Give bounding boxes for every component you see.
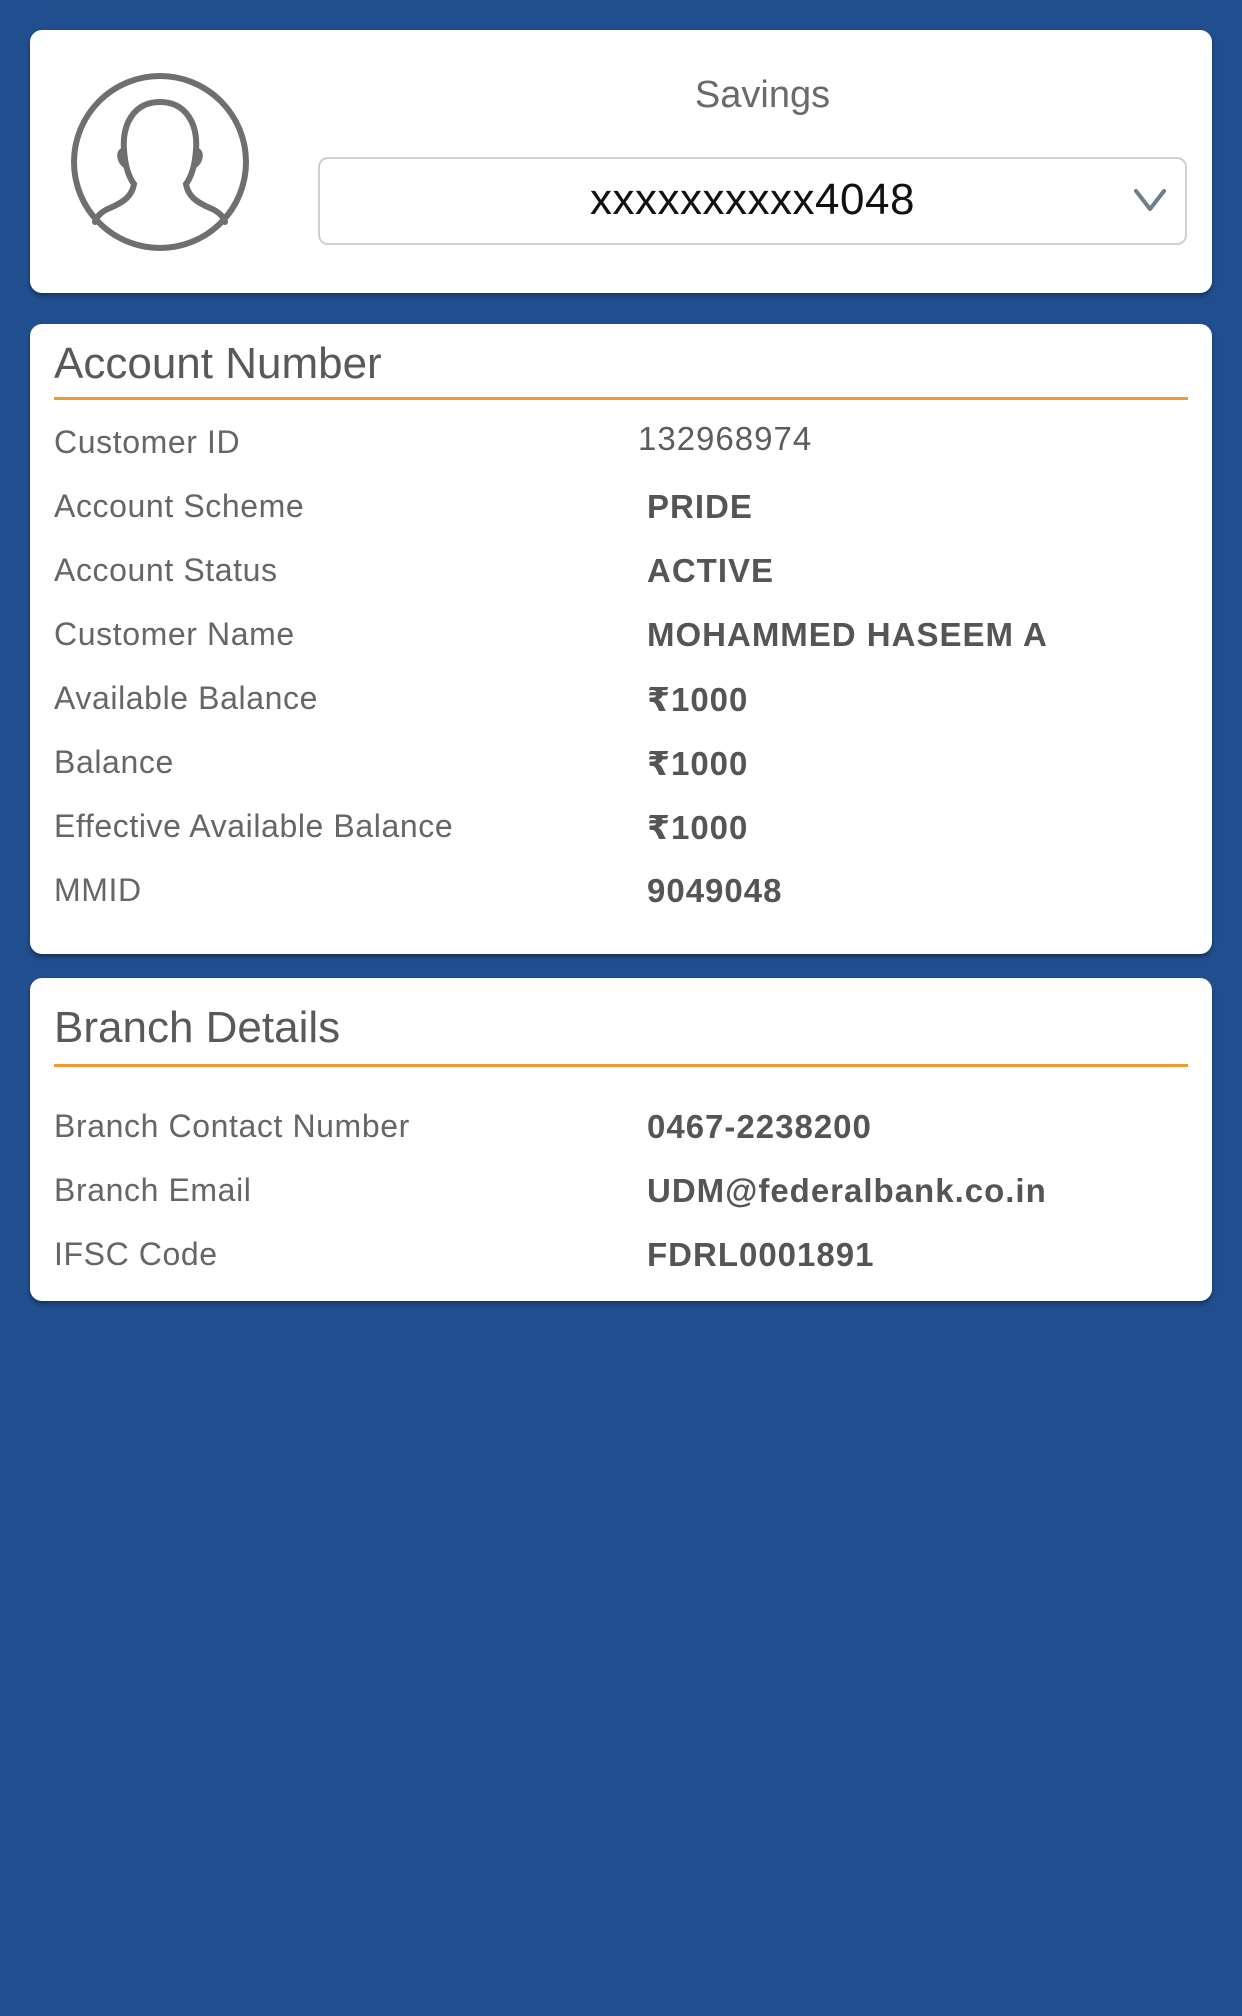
detail-row-account-scheme: Account Scheme PRIDE	[30, 488, 1212, 538]
detail-label: Branch Email	[54, 1172, 252, 1208]
detail-row-available-balance: Available Balance ₹1000	[30, 680, 1212, 730]
detail-label: Account Status	[54, 552, 278, 588]
account-selector-card: Savings xxxxxxxxxx4048	[30, 30, 1212, 293]
detail-row-customer-id: Customer ID 132968974	[30, 420, 1212, 474]
detail-value: ₹1000	[647, 809, 749, 846]
detail-value: 0467-2238200	[647, 1108, 872, 1145]
account-number-dropdown[interactable]: xxxxxxxxxx4048	[318, 157, 1187, 245]
detail-value: 132968974	[638, 420, 813, 457]
section-divider	[54, 1064, 1188, 1067]
detail-label: Branch Contact Number	[54, 1108, 410, 1144]
detail-label: Effective Available Balance	[54, 808, 454, 844]
selected-account-number: xxxxxxxxxx4048	[590, 175, 915, 224]
detail-label: Available Balance	[54, 680, 319, 716]
branch-section-title: Branch Details	[54, 1003, 341, 1052]
user-avatar-icon	[71, 73, 249, 251]
detail-label: Customer ID	[54, 424, 241, 460]
detail-label: IFSC Code	[54, 1236, 218, 1272]
detail-label: Balance	[54, 744, 174, 780]
detail-value: UDM@federalbank.co.in	[647, 1172, 1047, 1209]
detail-value: ₹1000	[647, 681, 749, 718]
account-type-label: Savings	[694, 74, 831, 116]
detail-row-balance: Balance ₹1000	[30, 744, 1212, 794]
detail-value: ₹1000	[647, 745, 749, 782]
detail-value: MOHAMMED HASEEM A	[647, 616, 1048, 653]
detail-row-branch-email: Branch Email UDM@federalbank.co.in	[30, 1172, 1212, 1222]
detail-value: PRIDE	[647, 488, 753, 525]
detail-row-branch-contact-number: Branch Contact Number 0467-2238200	[30, 1108, 1212, 1158]
detail-label: Account Scheme	[54, 488, 305, 524]
section-divider	[54, 397, 1188, 400]
account-details-card: Account Number Customer ID 132968974 Acc…	[30, 324, 1212, 954]
chevron-down-icon[interactable]	[1133, 187, 1167, 213]
detail-label: MMID	[54, 872, 142, 908]
detail-label: Customer Name	[54, 616, 295, 652]
detail-value: ACTIVE	[647, 552, 775, 589]
detail-value: FDRL0001891	[647, 1236, 875, 1273]
account-section-title: Account Number	[54, 339, 382, 388]
detail-row-effective-available-balance: Effective Available Balance ₹1000	[30, 808, 1212, 858]
detail-row-ifsc-code: IFSC Code FDRL0001891	[30, 1236, 1212, 1286]
detail-row-customer-name: Customer Name MOHAMMED HASEEM A	[30, 616, 1212, 666]
detail-row-mmid: MMID 9049048	[30, 872, 1212, 922]
branch-details-card: Branch Details Branch Contact Number 046…	[30, 978, 1212, 1301]
detail-value: 9049048	[647, 872, 783, 909]
detail-row-account-status: Account Status ACTIVE	[30, 552, 1212, 602]
